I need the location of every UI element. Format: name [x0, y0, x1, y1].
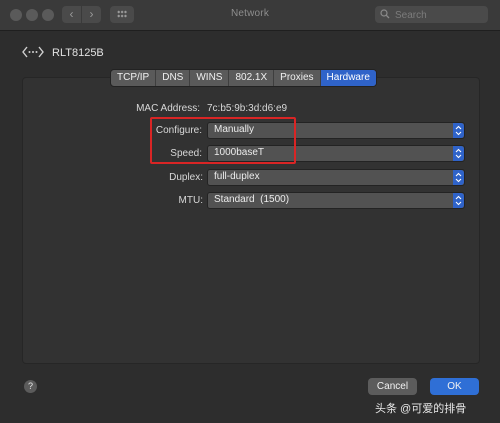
tab-tcpip[interactable]: TCP/IP	[111, 70, 157, 86]
up-down-chevron-icon	[453, 146, 464, 161]
configure-label: Configure:	[155, 125, 202, 136]
watermark: 头条 @可爱的排骨	[375, 403, 467, 415]
speed-value: 1000baseT	[214, 147, 265, 158]
tab-bar: TCP/IP DNS WINS 802.1X Proxies Hardware	[110, 69, 377, 87]
configure-select[interactable]: Manually	[207, 122, 465, 139]
ethernet-icon	[22, 46, 44, 58]
tab-8021x[interactable]: 802.1X	[229, 70, 275, 86]
duplex-value: full-duplex	[214, 171, 260, 182]
network-preferences-window: ‹ › Network RLT8125B TCP/IP DNS WINS 802…	[0, 0, 500, 423]
search-input[interactable]	[393, 7, 487, 23]
speed-label: Speed:	[170, 148, 202, 159]
up-down-chevron-icon	[453, 170, 464, 185]
duplex-select[interactable]: full-duplex	[207, 169, 465, 186]
tab-proxies[interactable]: Proxies	[274, 70, 321, 86]
mtu-value: Standard (1500)	[214, 194, 290, 205]
search-icon	[380, 9, 390, 19]
tab-wins[interactable]: WINS	[190, 70, 230, 86]
mtu-select[interactable]: Standard (1500)	[207, 192, 465, 209]
tab-hardware[interactable]: Hardware	[320, 70, 376, 86]
speed-select[interactable]: 1000baseT	[207, 145, 465, 162]
search-field[interactable]	[375, 6, 488, 23]
tab-dns[interactable]: DNS	[156, 70, 191, 86]
up-down-chevron-icon	[453, 193, 464, 208]
cancel-button[interactable]: Cancel	[368, 378, 417, 395]
configure-value: Manually	[214, 124, 255, 135]
title-bar: ‹ › Network	[0, 0, 500, 31]
duplex-label: Duplex:	[169, 172, 203, 183]
mtu-label: MTU:	[178, 195, 203, 206]
up-down-chevron-icon	[453, 123, 464, 138]
ok-button[interactable]: OK	[430, 378, 479, 395]
help-button[interactable]: ?	[24, 380, 37, 393]
mac-address-label: MAC Address:	[136, 103, 200, 114]
settings-panel	[22, 77, 480, 364]
interface-name: RLT8125B	[52, 47, 104, 59]
mac-address-value: 7c:b5:9b:3d:d6:e9	[207, 103, 288, 114]
